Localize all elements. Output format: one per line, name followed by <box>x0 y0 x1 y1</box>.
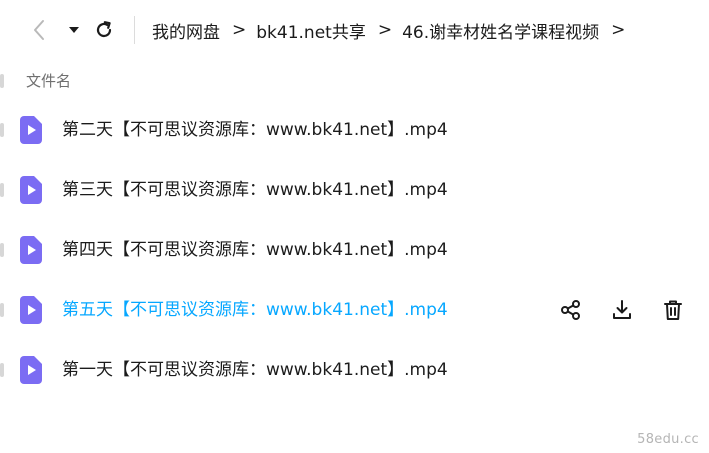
row-checkbox[interactable] <box>0 183 4 197</box>
back-button[interactable] <box>24 8 54 52</box>
download-button[interactable] <box>607 295 637 325</box>
refresh-button[interactable] <box>90 8 118 52</box>
file-name: 第二天【不可思议资源库：www.bk41.net】.mp4 <box>62 120 448 140</box>
row-checkbox[interactable] <box>0 243 4 257</box>
breadcrumb-item-current[interactable]: 46.谢幸材姓名学课程视频 <box>402 18 599 43</box>
file-row[interactable]: 第一天【不可思议资源库：www.bk41.net】.mp4 <box>0 340 709 400</box>
breadcrumb: 我的网盘 > bk41.net共享 > 46.谢幸材姓名学课程视频 > <box>152 8 635 52</box>
row-checkbox[interactable] <box>0 303 4 317</box>
delete-icon <box>662 299 684 321</box>
watermark: 58edu.cc <box>637 432 699 447</box>
file-name: 第四天【不可思议资源库：www.bk41.net】.mp4 <box>62 240 448 260</box>
share-icon <box>560 299 582 321</box>
file-row[interactable]: 第二天【不可思议资源库：www.bk41.net】.mp4 <box>0 100 709 160</box>
nav-divider <box>134 16 135 44</box>
file-name: 第一天【不可思议资源库：www.bk41.net】.mp4 <box>62 360 448 380</box>
file-row[interactable]: 第四天【不可思议资源库：www.bk41.net】.mp4 <box>0 220 709 280</box>
file-browser: 我的网盘 > bk41.net共享 > 46.谢幸材姓名学课程视频 > 文件名 … <box>0 0 709 453</box>
video-file-icon <box>20 236 42 264</box>
video-file-icon <box>20 176 42 204</box>
file-row-hovered[interactable]: 第五天【不可思议资源库：www.bk41.net】.mp4 <box>0 280 709 340</box>
history-dropdown-button[interactable] <box>62 8 86 52</box>
video-file-icon <box>20 356 42 384</box>
share-button[interactable] <box>556 295 586 325</box>
video-file-icon <box>20 116 42 144</box>
row-checkbox[interactable] <box>0 363 4 377</box>
caret-down-icon <box>68 26 80 34</box>
chevron-left-icon <box>32 19 46 41</box>
breadcrumb-item-root[interactable]: 我的网盘 <box>152 18 220 43</box>
file-name[interactable]: 第五天【不可思议资源库：www.bk41.net】.mp4 <box>62 280 448 340</box>
breadcrumb-separator[interactable]: > <box>611 20 625 40</box>
breadcrumb-separator: > <box>232 20 247 40</box>
selection-tick <box>0 74 4 88</box>
file-list: 第二天【不可思议资源库：www.bk41.net】.mp4 第三天【不可思议资源… <box>0 100 709 400</box>
column-header-filename[interactable]: 文件名 <box>26 70 71 91</box>
file-name: 第三天【不可思议资源库：www.bk41.net】.mp4 <box>62 180 448 200</box>
delete-button[interactable] <box>658 295 688 325</box>
video-file-icon <box>20 296 42 324</box>
breadcrumb-separator: > <box>377 20 393 40</box>
breadcrumb-item-share[interactable]: bk41.net共享 <box>256 18 366 43</box>
refresh-icon <box>94 20 114 40</box>
row-checkbox[interactable] <box>0 123 4 137</box>
file-row[interactable]: 第三天【不可思议资源库：www.bk41.net】.mp4 <box>0 160 709 220</box>
download-icon <box>611 299 633 321</box>
row-actions <box>556 280 709 340</box>
navigation-bar: 我的网盘 > bk41.net共享 > 46.谢幸材姓名学课程视频 > <box>0 8 709 52</box>
